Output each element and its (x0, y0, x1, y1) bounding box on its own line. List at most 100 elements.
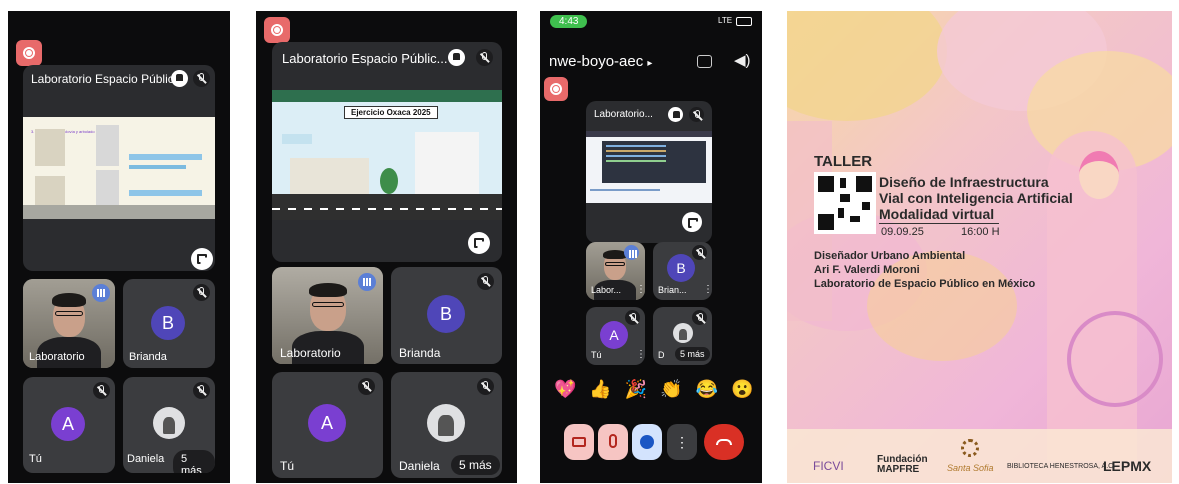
reaction-bar: 💖 👍 🎉 👏 😂 😮 (554, 379, 762, 407)
mic-off-icon (625, 310, 640, 325)
participant-name: Tú (29, 453, 42, 465)
participant-name: Brianda (129, 351, 167, 363)
avatar: A (308, 404, 346, 442)
recording-icon[interactable] (16, 40, 42, 66)
participant-name: Daniela (127, 453, 165, 465)
participant-name: Laboratorio (29, 351, 85, 363)
event-date: 09.09.25 (881, 226, 924, 238)
effects-button[interactable] (632, 424, 662, 460)
mic-off-icon (358, 378, 375, 395)
meet-screen-1: Laboratorio Espacio Públic... 3. Platafo… (8, 11, 230, 483)
participant-name: Brian... (658, 285, 687, 295)
sponsor-logos: FICVI Fundación MAPFRE Santa Sofia BIBLI… (803, 439, 1163, 481)
speaker-role: Diseñador Urbano Ambiental (814, 250, 966, 262)
hang-up-icon (716, 439, 732, 445)
more-participants-badge[interactable]: 5 más (451, 455, 500, 475)
participant-name: Daniela (399, 459, 440, 473)
gear-icon (961, 439, 979, 457)
more-participants-badge[interactable]: 5 más (173, 450, 215, 473)
ficvi-logo: FICVI (813, 459, 844, 473)
participant-tile-self[interactable]: A Tú (272, 372, 383, 478)
mic-off-icon (477, 378, 494, 395)
avatar (153, 407, 185, 439)
speaker-icon[interactable]: ◀) (734, 51, 751, 69)
mic-off-button[interactable] (598, 424, 628, 460)
recording-icon[interactable] (544, 77, 568, 101)
reaction-thumbs-up-icon[interactable]: 👍 (589, 379, 611, 407)
participant-tile-laboratorio[interactable]: Laboratorio (23, 279, 115, 368)
fullscreen-icon[interactable] (191, 248, 213, 270)
participant-tile-self[interactable]: A Tú ⋮ (586, 307, 645, 365)
taller-label: TALLER (814, 153, 873, 170)
more-options-button[interactable]: ⋮ (667, 424, 697, 460)
participant-name: Tú (591, 350, 602, 360)
fullscreen-icon[interactable] (468, 232, 490, 254)
mic-off-icon (193, 382, 210, 399)
shared-slide (586, 131, 712, 203)
participant-name: Brianda (399, 346, 441, 360)
mapfre-logo: Fundación MAPFRE (877, 454, 928, 475)
presenter-title: Laboratorio... (594, 109, 653, 120)
reaction-laugh-icon[interactable]: 😂 (696, 379, 718, 407)
fullscreen-icon[interactable] (682, 212, 702, 232)
mic-off-icon (93, 382, 110, 399)
avatar: B (427, 295, 465, 333)
speaker-org: Laboratorio de Espacio Público en México (814, 278, 1036, 290)
mic-off-icon (692, 245, 707, 260)
participant-tile-laboratorio[interactable]: Labor... ⋮ (586, 242, 645, 300)
participant-tile-brianda[interactable]: B Brianda (123, 279, 215, 368)
lepmx-logo: LEPMX (1103, 458, 1152, 474)
audio-level-icon (624, 245, 639, 260)
more-participants-badge[interactable]: 5 más (675, 347, 710, 361)
reaction-heart-icon[interactable]: 💖 (554, 379, 576, 407)
event-poster: TALLER Diseño de Infraestructura Vial co… (787, 11, 1172, 483)
pin-icon[interactable] (668, 107, 683, 122)
more-options-icon[interactable]: ⋮ (636, 349, 645, 360)
reaction-party-icon[interactable]: 🎉 (625, 379, 647, 407)
presenter-title: Laboratorio Espacio Públic... (31, 72, 184, 86)
presentation-tile[interactable]: Laboratorio Espacio Públic... Ejercicio … (272, 42, 502, 262)
presenter-title: Laboratorio Espacio Públic... (282, 51, 448, 66)
mic-off-icon (477, 273, 494, 290)
audio-level-icon (358, 273, 376, 291)
meeting-code[interactable]: nwe-boyo-aec ▸ (549, 53, 652, 70)
audio-level-icon (92, 284, 110, 302)
presentation-tile[interactable]: Laboratorio... (586, 101, 712, 243)
battery-icon (736, 17, 752, 26)
mic-off-icon (193, 70, 210, 87)
mic-off-icon (476, 49, 493, 66)
participant-tile-daniela[interactable]: D 5 más (653, 307, 712, 365)
presentation-tile[interactable]: Laboratorio Espacio Públic... 3. Platafo… (23, 65, 215, 271)
status-time: 4:43 (550, 15, 588, 28)
event-time: 16:00 H (961, 226, 1000, 238)
reaction-clap-icon[interactable]: 👏 (660, 379, 682, 407)
end-call-button[interactable] (704, 424, 744, 460)
more-options-icon[interactable]: ⋮ (636, 284, 645, 295)
mic-off-icon (689, 107, 704, 122)
shared-slide: Ejercicio Oxaca 2025 (272, 90, 502, 220)
switch-camera-icon[interactable] (697, 55, 712, 68)
more-options-icon[interactable]: ⋮ (703, 284, 712, 295)
henestrosa-logo: BIBLIOTECA HENESTROSA, A.C. (1007, 463, 1116, 470)
mic-off-icon (692, 310, 707, 325)
participant-tile-brianda[interactable]: B Brian... ⋮ (653, 242, 712, 300)
pin-icon[interactable] (448, 49, 465, 66)
participant-tile-daniela[interactable]: Daniela 5 más (391, 372, 502, 478)
recording-icon[interactable] (264, 17, 290, 43)
camera-off-button[interactable] (564, 424, 594, 460)
participant-name: Labor... (591, 285, 622, 295)
participant-name: Tú (280, 459, 295, 473)
participant-tile-brianda[interactable]: B Brianda (391, 267, 502, 364)
poster-title-line2: Vial con Inteligencia Artificial (879, 190, 1073, 206)
participant-tile-daniela[interactable]: Daniela 5 más (123, 377, 215, 473)
shared-slide: 3. Plataforma de ciclovía y arbolado (23, 117, 215, 219)
avatar: B (667, 254, 695, 282)
pin-icon[interactable] (171, 70, 188, 87)
participant-tile-laboratorio[interactable]: Laboratorio (272, 267, 383, 364)
qr-code[interactable] (814, 172, 876, 234)
camera-off-icon (572, 437, 586, 447)
participant-tile-self[interactable]: A Tú (23, 377, 115, 473)
participant-name: Laboratorio (280, 346, 341, 360)
poster-title-line1: Diseño de Infraestructura (879, 174, 1049, 190)
reaction-surprise-icon[interactable]: 😮 (731, 379, 753, 407)
